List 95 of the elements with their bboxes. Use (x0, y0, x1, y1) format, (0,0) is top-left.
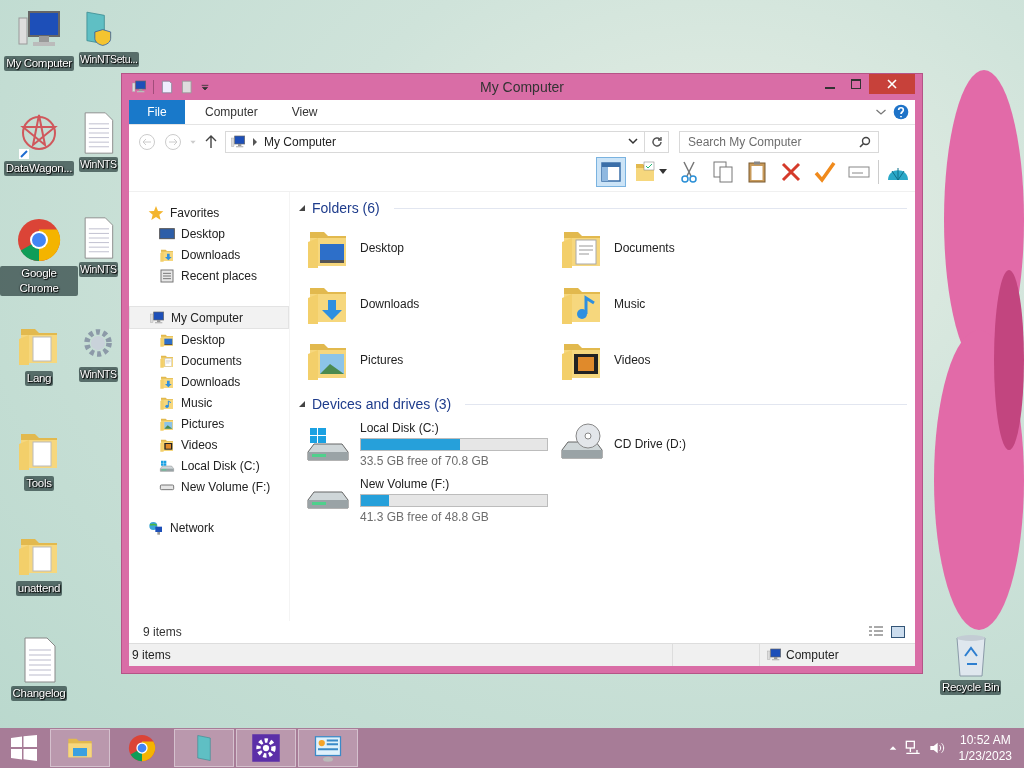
status-location: Computer (786, 648, 839, 662)
ribbon-tab[interactable]: Computer (191, 100, 272, 124)
address-bar[interactable]: My Computer (225, 131, 645, 153)
layout-pane-icon (599, 160, 623, 184)
sidebar-item[interactable]: Network (129, 517, 289, 538)
computer-icon (230, 134, 246, 150)
desktop-icon-label[interactable]: WinNTS (79, 367, 118, 382)
desktop-icon-label[interactable]: WinNTS (79, 262, 118, 277)
desktop-icon-label[interactable]: WinNTSetu... (79, 52, 139, 67)
expander-icon[interactable] (298, 400, 306, 408)
sidebar-item[interactable]: Documents (129, 350, 289, 371)
volume-icon (928, 740, 945, 756)
desktop-icon-label[interactable]: DataWagon... (3, 161, 75, 176)
clock-time[interactable]: 10:52 AM (959, 732, 1011, 748)
sidebar-item[interactable]: Downloads (129, 244, 289, 265)
expander-icon[interactable] (298, 204, 306, 212)
desktop-icon-label[interactable]: unattend (15, 581, 63, 596)
control-panel-icon (313, 733, 343, 763)
folder-item[interactable]: Pictures (304, 332, 558, 388)
clipboard-icon (745, 160, 769, 184)
show-hidden-icons-icon (888, 744, 897, 752)
hard-drive-icon (304, 426, 352, 462)
help-icon (893, 104, 909, 120)
sidebar-item[interactable]: New Volume (F:) (129, 476, 289, 497)
computer-icon (131, 79, 147, 95)
sidebar-item[interactable]: Recent places (129, 265, 289, 286)
dropdown-arrow-icon (200, 82, 210, 92)
copy-icon (711, 160, 735, 184)
network-icon (148, 519, 164, 536)
refresh-icon (651, 136, 662, 148)
network-icon (904, 740, 921, 756)
recent-dropdown-icon (189, 138, 197, 146)
recent-places-icon (159, 267, 175, 284)
folder-item[interactable]: Videos (558, 332, 812, 388)
computer-icon (149, 309, 165, 326)
desktop-icon-label[interactable]: Tools (24, 476, 54, 491)
ribbon-tab[interactable]: View (277, 100, 332, 124)
up-button[interactable] (203, 135, 219, 149)
search-icon (859, 136, 871, 148)
sidebar-item[interactable]: Favorites (129, 202, 289, 223)
desktop-icon-label[interactable]: Lang (24, 371, 54, 386)
close-icon (887, 79, 897, 89)
desktop-icon-label[interactable]: My Computer (4, 56, 74, 71)
toolbar-button[interactable] (596, 157, 626, 187)
desktop-icon-label[interactable]: Recycle Bin (940, 680, 1002, 695)
sidebar-item[interactable]: My Computer (129, 306, 289, 329)
hard-drive-icon (159, 459, 175, 472)
clock-date[interactable]: 1/23/2023 (958, 748, 1012, 764)
sidebar-item[interactable]: Desktop (129, 223, 289, 244)
large-icons-icon (891, 626, 905, 638)
section-heading[interactable]: Folders (6) (312, 200, 380, 216)
desktop-icon-label[interactable]: Changelog (10, 686, 68, 701)
sidebar-item[interactable]: Videos (129, 434, 289, 455)
desktop-icon-label[interactable]: Google Chrome (0, 266, 78, 296)
sidebar-item[interactable]: Desktop (129, 329, 289, 350)
folder-item[interactable]: Desktop (304, 220, 558, 276)
folder-item[interactable]: Downloads (304, 276, 558, 332)
address-path: My Computer (264, 135, 337, 149)
item-count: 9 items (143, 625, 182, 639)
computer-icon (766, 647, 782, 663)
details-list-icon (869, 626, 883, 638)
close-button[interactable] (869, 74, 915, 94)
drive-item[interactable]: Local Disk (C:) 33.5 GB free of 70.8 GB (304, 416, 558, 472)
status-item-count: 9 items (131, 648, 172, 662)
maximize-icon (851, 79, 861, 89)
refresh-button[interactable] (645, 131, 669, 153)
star-icon (148, 204, 164, 221)
sidebar-item[interactable]: Downloads (129, 371, 289, 392)
checkmark-icon (813, 160, 837, 184)
folder-item[interactable]: Music (558, 276, 812, 332)
chrome-icon (15, 216, 63, 264)
drive-item[interactable]: New Volume (F:) 41.3 GB free of 48.8 GB (304, 472, 558, 528)
large-icons-view-button[interactable] (889, 624, 907, 640)
caret-icon (659, 169, 667, 175)
folder-item[interactable]: Documents (558, 220, 812, 276)
hard-drive-icon (304, 490, 352, 510)
window-title: My Computer (480, 79, 564, 95)
gear-icon (251, 733, 281, 763)
file-menu-tab[interactable]: File (129, 100, 185, 124)
search-field[interactable]: Search My Computer (679, 131, 879, 153)
sidebar-item[interactable]: Music (129, 392, 289, 413)
folder-check-icon (633, 160, 657, 184)
desktop-icon-label[interactable]: WinNTS (79, 157, 118, 172)
breadcrumb-arrow-icon (252, 138, 258, 146)
desktop-icon (159, 225, 175, 242)
drive-item[interactable]: CD Drive (D:) (558, 416, 812, 472)
delete-x-icon (779, 160, 803, 184)
chrome-icon (127, 733, 157, 763)
sidebar-item[interactable]: Local Disk (C:) (129, 455, 289, 476)
windows-logo-icon (11, 735, 37, 761)
sidebar-item[interactable]: Pictures (129, 413, 289, 434)
minimize-icon (825, 86, 835, 89)
up-arrow-icon (205, 135, 217, 149)
section-heading[interactable]: Devices and drives (3) (312, 396, 452, 412)
taskbar-app[interactable] (236, 729, 296, 767)
